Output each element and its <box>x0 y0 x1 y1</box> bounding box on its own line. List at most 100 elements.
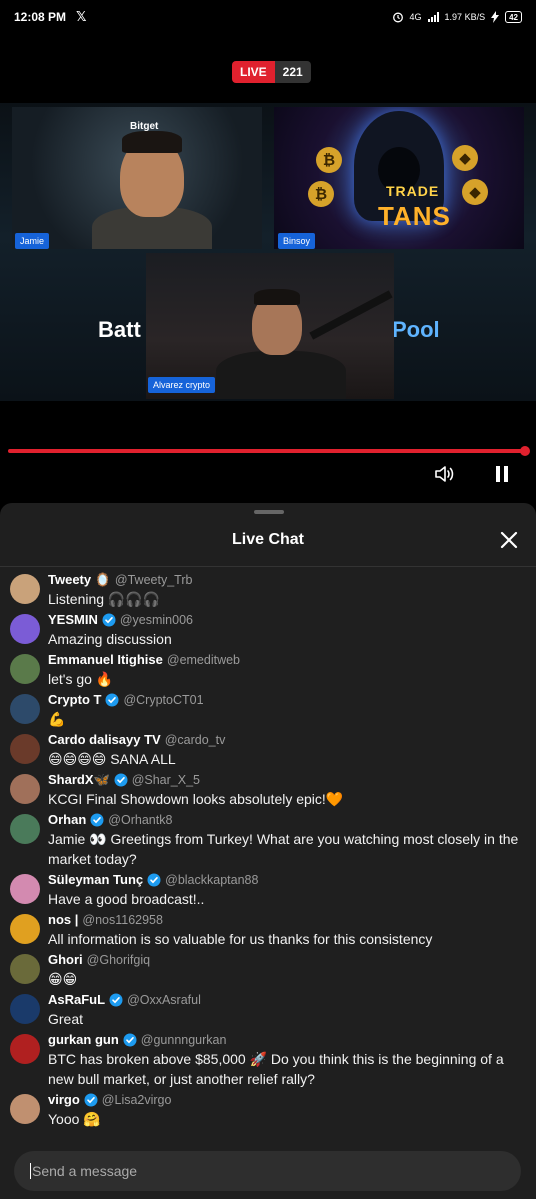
chat-message-text: All information is so valuable for us th… <box>48 931 433 947</box>
chat-author-name[interactable]: ShardX🦋 <box>48 771 110 789</box>
chat-message-body: Süleyman Tunç @blackkaptan88 Have a good b… <box>48 871 526 911</box>
ethereum-coin-icon: ◆ <box>462 179 488 205</box>
participant-name-tag: Binsoy <box>278 233 316 249</box>
chat-author-handle[interactable]: @blackkaptan88 <box>165 871 258 889</box>
avatar[interactable] <box>10 1094 40 1124</box>
chat-author-name[interactable]: YESMIN <box>48 611 98 629</box>
chat-author-name[interactable]: Tweety 🪞 <box>48 571 111 589</box>
bitcoin-coin-icon: ₿ <box>308 181 334 207</box>
progress-scrubber[interactable] <box>520 446 530 456</box>
chat-author-name[interactable]: Orhan <box>48 811 86 829</box>
viewer-count: 221 <box>274 61 311 83</box>
chat-message-body: Ghori @Ghorifgiq 😁😁 <box>48 951 526 991</box>
avatar[interactable] <box>10 774 40 804</box>
chat-message-body: Crypto T @CryptoCT01 💪 <box>48 691 526 731</box>
microphone-arm <box>309 290 393 340</box>
chat-message[interactable]: YESMIN @yesmin006 Amazing discussion <box>0 611 536 651</box>
chat-message-header: Cardo dalisayy TV @cardo_tv <box>48 731 526 749</box>
participant-name-tag: Alvarez crypto <box>148 377 216 393</box>
pause-button[interactable] <box>490 462 514 486</box>
text-caret <box>30 1163 31 1179</box>
participant-hair <box>254 289 300 305</box>
chat-message-text: Yooo 🤗 <box>48 1111 101 1127</box>
chat-author-handle[interactable]: @Shar_X_5 <box>132 771 200 789</box>
chat-message-header: AsRaFuL @OxxAsraful <box>48 991 526 1009</box>
chat-author-name[interactable]: Emmanuel Itighise <box>48 651 163 669</box>
chat-author-handle[interactable]: @yesmin006 <box>120 611 193 629</box>
live-chat-title: Live Chat <box>231 531 304 548</box>
chat-message-body: gurkan gun @gunnngurkan BTC has broken abo… <box>48 1031 526 1091</box>
chat-message[interactable]: Cardo dalisayy TV @cardo_tv 😄😄😄😄 SANA ALL <box>0 731 536 771</box>
message-composer[interactable] <box>14 1151 521 1191</box>
participant-body <box>216 351 346 399</box>
chat-author-handle[interactable]: @CryptoCT01 <box>123 691 203 709</box>
chat-message-body: Emmanuel Itighise @emeditweb let's go 🔥 <box>48 651 526 691</box>
avatar[interactable] <box>10 614 40 644</box>
sheet-grabber[interactable] <box>254 510 284 514</box>
verified-badge-icon <box>123 1033 137 1047</box>
avatar[interactable] <box>10 994 40 1024</box>
chat-message-text: Have a good broadcast!.. <box>48 891 205 907</box>
chat-message-text: Great <box>48 1011 84 1027</box>
chat-message[interactable]: Emmanuel Itighise @emeditweb let's go 🔥 <box>0 651 536 691</box>
verified-badge-icon <box>105 693 119 707</box>
chat-author-name[interactable]: Ghori <box>48 951 83 969</box>
divider <box>0 566 536 567</box>
chat-author-handle[interactable]: @Lisa2virgo <box>102 1091 172 1109</box>
chat-message-header: Ghori @Ghorifgiq <box>48 951 526 969</box>
avatar[interactable] <box>10 654 40 684</box>
close-button[interactable] <box>498 529 520 551</box>
chat-author-name[interactable]: nos | <box>48 911 78 929</box>
chat-message[interactable]: AsRaFuL @OxxAsraful Great <box>0 991 536 1031</box>
chat-message-text: 💪 <box>48 711 66 727</box>
video-player[interactable]: Batt Pool Bitget Jamie ₿ ₿ ◆ ◆ TRADE TAN… <box>0 103 536 401</box>
chat-author-name[interactable]: virgo <box>48 1091 80 1109</box>
chat-message-text: Jamie 👀 Greetings from Turkey! What are … <box>48 831 519 867</box>
chat-message-text: 😁😁 <box>48 971 78 987</box>
avatar[interactable] <box>10 574 40 604</box>
verified-badge-icon <box>90 813 104 827</box>
chat-message-text: BTC has broken above $85,000 🚀 Do you th… <box>48 1051 504 1087</box>
chat-author-handle[interactable]: @gunnngurkan <box>141 1031 227 1049</box>
chat-author-handle[interactable]: @OxxAsraful <box>127 991 201 1009</box>
chat-message[interactable]: Orhan @Orhantk8 Jamie 👀 Greetings from Tur… <box>0 811 536 871</box>
chat-author-handle[interactable]: @cardo_tv <box>165 731 226 749</box>
avatar[interactable] <box>10 874 40 904</box>
chat-message-header: YESMIN @yesmin006 <box>48 611 526 629</box>
battery-icon: 42 <box>505 11 522 23</box>
chat-author-handle[interactable]: @emeditweb <box>167 651 240 669</box>
chat-message[interactable]: ShardX🦋 @Shar_X_5 KCGI Final Showdown look… <box>0 771 536 811</box>
chat-message[interactable]: Crypto T @CryptoCT01 💪 <box>0 691 536 731</box>
chat-author-name[interactable]: Süleyman Tunç <box>48 871 143 889</box>
chat-author-handle[interactable]: @Ghorifgiq <box>87 951 150 969</box>
chat-author-name[interactable]: gurkan gun <box>48 1031 119 1049</box>
x-app-icon: 𝕏 <box>76 9 87 24</box>
avatar[interactable] <box>10 914 40 944</box>
avatar[interactable] <box>10 814 40 844</box>
progress-bar[interactable] <box>8 449 526 453</box>
chat-author-handle[interactable]: @nos1162958 <box>82 911 163 929</box>
avatar[interactable] <box>10 954 40 984</box>
network-type: 4G <box>409 12 422 22</box>
chat-author-name[interactable]: AsRaFuL <box>48 991 105 1009</box>
chat-message[interactable]: Tweety 🪞 @Tweety_Trb Listening 🎧🎧🎧 <box>0 571 536 611</box>
chat-message[interactable]: gurkan gun @gunnngurkan BTC has broken abo… <box>0 1031 536 1091</box>
chat-message[interactable]: virgo @Lisa2virgo Yooo 🤗 <box>0 1091 536 1131</box>
chat-message[interactable]: nos | @nos1162958 All information is so va… <box>0 911 536 951</box>
avatar[interactable] <box>10 1034 40 1064</box>
chat-message[interactable]: Ghori @Ghorifgiq 😁😁 <box>0 951 536 991</box>
chat-message-list[interactable]: Tweety 🪞 @Tweety_Trb Listening 🎧🎧🎧 YESMIN @y… <box>0 571 536 1131</box>
chat-author-handle[interactable]: @Tweety_Trb <box>115 571 193 589</box>
chat-message-text: Listening 🎧🎧🎧 <box>48 591 161 607</box>
verified-badge-icon <box>147 873 161 887</box>
chat-author-name[interactable]: Cardo dalisayy TV <box>48 731 161 749</box>
volume-button[interactable] <box>432 462 456 486</box>
chat-author-handle[interactable]: @Orhantk8 <box>108 811 172 829</box>
chat-message[interactable]: Süleyman Tunç @blackkaptan88 Have a good b… <box>0 871 536 911</box>
chat-message-header: nos | @nos1162958 <box>48 911 526 929</box>
chat-author-name[interactable]: Crypto T <box>48 691 101 709</box>
avatar[interactable] <box>10 694 40 724</box>
chat-message-text: KCGI Final Showdown looks absolutely epi… <box>48 791 344 807</box>
avatar[interactable] <box>10 734 40 764</box>
message-input[interactable] <box>32 1163 521 1179</box>
